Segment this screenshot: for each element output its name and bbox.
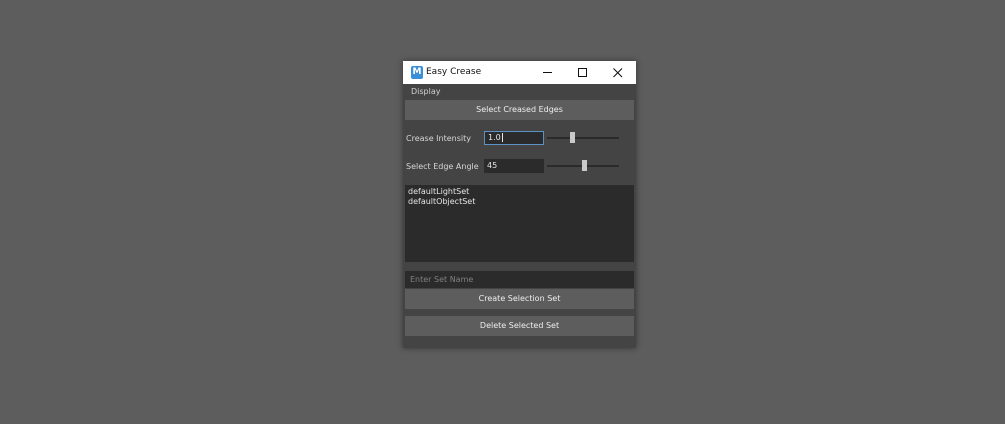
- display-menu[interactable]: Display: [411, 86, 441, 98]
- title-bar[interactable]: M Easy Crease: [403, 61, 636, 84]
- minimize-icon: [543, 72, 552, 73]
- slider-track: [547, 137, 619, 139]
- select-creased-edges-button[interactable]: Select Creased Edges: [405, 100, 634, 120]
- minimize-button[interactable]: [530, 61, 565, 84]
- list-item[interactable]: defaultObjectSet: [408, 197, 631, 207]
- maya-app-icon: M: [411, 66, 423, 79]
- crease-intensity-slider[interactable]: [547, 132, 619, 144]
- slider-handle[interactable]: [582, 160, 588, 171]
- create-selection-set-button[interactable]: Create Selection Set: [405, 289, 634, 309]
- edge-angle-slider[interactable]: [547, 160, 619, 172]
- set-name-input[interactable]: [405, 271, 634, 288]
- list-item[interactable]: defaultLightSet: [408, 187, 631, 197]
- text-caret: [501, 133, 503, 142]
- close-button[interactable]: [600, 61, 635, 84]
- maximize-icon: [578, 68, 587, 77]
- window-title: Easy Crease: [426, 67, 482, 77]
- selection-set-list[interactable]: defaultLightSet defaultObjectSet: [405, 185, 634, 262]
- maximize-button[interactable]: [565, 61, 600, 84]
- easy-crease-window: M Easy Crease Display Select Creased Edg…: [403, 61, 636, 348]
- slider-handle[interactable]: [570, 132, 576, 143]
- crease-intensity-label: Crease Intensity: [406, 134, 471, 143]
- delete-selected-set-button[interactable]: Delete Selected Set: [405, 316, 634, 336]
- crease-intensity-field[interactable]: 1.0: [484, 131, 544, 145]
- edge-angle-label: Select Edge Angle: [406, 162, 479, 171]
- close-icon: [613, 68, 623, 78]
- edge-angle-field[interactable]: 45: [484, 159, 544, 173]
- crease-intensity-value: 1.0: [488, 133, 501, 142]
